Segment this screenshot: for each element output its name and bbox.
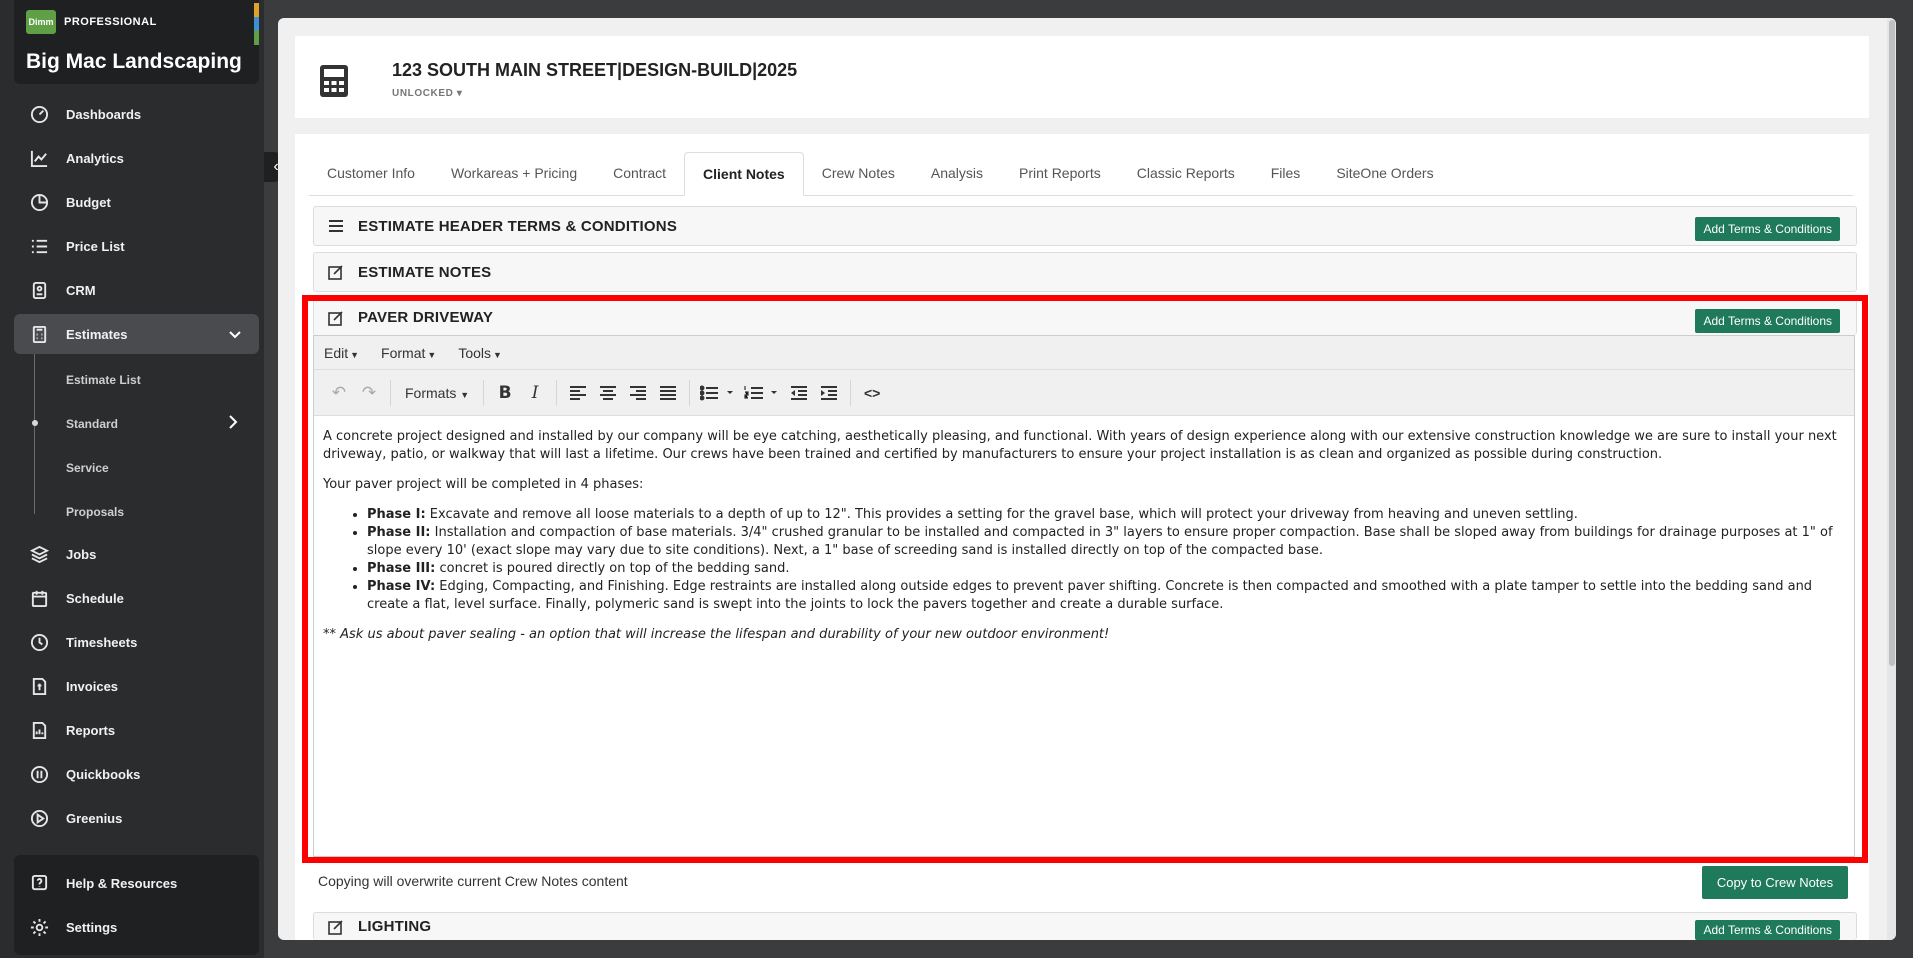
section-header-terms[interactable]: ESTIMATE HEADER TERMS & CONDITIONS Add T… (313, 206, 1857, 246)
sidebar-item-label: Invoices (66, 678, 119, 694)
report-icon (28, 719, 50, 741)
section-title: LIGHTING (358, 918, 432, 935)
stack-icon (28, 543, 50, 565)
sidebar-item-label: Analytics (66, 150, 124, 166)
sidebar-item-crm[interactable]: CRM (14, 270, 259, 310)
invoice-icon (28, 675, 50, 697)
sidebar-item-label: Schedule (66, 590, 124, 606)
sidebar-subitem-proposals[interactable]: Proposals (66, 505, 124, 519)
tab-client-notes[interactable]: Client Notes (684, 152, 804, 196)
sidebar-item-jobs[interactable]: Jobs (14, 534, 259, 574)
active-dot (32, 420, 38, 426)
sidebar-item-help[interactable]: Help & Resources (14, 863, 259, 903)
highlight-box (302, 295, 1868, 863)
sidebar-item-price-list[interactable]: Price List (14, 226, 259, 266)
section-title: ESTIMATE NOTES (358, 263, 492, 281)
brand-header: Dimm PROFESSIONAL Big Mac Landscaping (14, 0, 259, 84)
sidebar-item-invoices[interactable]: Invoices (14, 666, 259, 706)
sidebar-item-settings[interactable]: Settings (14, 907, 259, 947)
tab-analysis[interactable]: Analysis (913, 152, 1001, 196)
tab-files[interactable]: Files (1253, 152, 1319, 196)
calendar-icon (28, 587, 50, 609)
page-title: 123 SOUTH MAIN STREET|DESIGN-BUILD|2025 (392, 60, 798, 80)
chevron-right-icon[interactable] (226, 414, 240, 435)
add-terms-button[interactable]: Add Terms & Conditions (1695, 217, 1840, 241)
sidebar-item-label: Price List (66, 238, 125, 254)
sidebar-item-label: Settings (66, 919, 118, 935)
tab-customer-info[interactable]: Customer Info (309, 152, 433, 196)
sidebar-item-dashboards[interactable]: Dashboards (14, 94, 259, 134)
copy-to-crew-notes-button[interactable]: Copy to Crew Notes (1702, 866, 1848, 899)
tab-classic-reports[interactable]: Classic Reports (1119, 152, 1253, 196)
gauge-icon (28, 103, 50, 125)
sidebar-item-timesheets[interactable]: Timesheets (14, 622, 259, 662)
chevron-down-icon[interactable] (227, 326, 243, 345)
sidebar-item-label: Budget (66, 194, 111, 210)
help-icon (28, 872, 50, 894)
gear-icon (28, 916, 50, 938)
sidebar-item-label: Estimates (66, 326, 128, 342)
calculator-icon (28, 323, 50, 345)
tab-bar: Customer Info Workareas + Pricing Contra… (309, 152, 1853, 196)
tab-crew-notes[interactable]: Crew Notes (804, 152, 913, 196)
sidebar-subitem-standard[interactable]: Standard (66, 417, 118, 431)
sidebar-item-label: Quickbooks (66, 766, 141, 782)
tab-workareas-pricing[interactable]: Workareas + Pricing (433, 152, 595, 196)
sidebar-item-label: Timesheets (66, 634, 138, 650)
sidebar-item-estimates[interactable]: Estimates (14, 314, 259, 354)
sidebar-item-quickbooks[interactable]: Quickbooks (14, 754, 259, 794)
estimate-header: 123 SOUTH MAIN STREET|DESIGN-BUILD|2025 … (295, 36, 1869, 118)
sidebar-item-label: Jobs (66, 546, 97, 562)
scrollbar-thumb[interactable] (1889, 20, 1895, 666)
sidebar-item-reports[interactable]: Reports (14, 710, 259, 750)
clock-icon (28, 631, 50, 653)
sidebar-subitem-service[interactable]: Service (66, 461, 109, 475)
lock-status-dropdown[interactable]: UNLOCKED ▾ (392, 88, 462, 99)
section-estimate-notes[interactable]: ESTIMATE NOTES (313, 252, 1857, 292)
copy-warning: Copying will overwrite current Crew Note… (318, 873, 628, 889)
sidebar-item-analytics[interactable]: Analytics (14, 138, 259, 178)
submenu-line (34, 354, 35, 514)
lock-status-label: UNLOCKED (392, 88, 454, 99)
pie-chart-icon (28, 191, 50, 213)
section-lighting[interactable]: LIGHTING Add Terms & Conditions (313, 912, 1857, 940)
tab-siteone-orders[interactable]: SiteOne Orders (1318, 152, 1451, 196)
sidebar-item-label: Help & Resources (66, 875, 178, 891)
plan-tier: PROFESSIONAL (64, 16, 157, 28)
caret-down-icon: ▾ (456, 88, 463, 99)
brand-stripe (254, 3, 259, 45)
edit-icon (328, 919, 348, 935)
edit-icon (328, 264, 348, 280)
line-chart-icon (28, 147, 50, 169)
section-title: ESTIMATE HEADER TERMS & CONDITIONS (358, 217, 678, 235)
sidebar-item-label: Dashboards (66, 106, 142, 122)
sidebar-item-label: CRM (66, 282, 96, 298)
quickbooks-icon (28, 763, 50, 785)
sidebar-item-label: Greenius (66, 810, 123, 826)
sidebar-item-schedule[interactable]: Schedule (14, 578, 259, 618)
add-terms-button[interactable]: Add Terms & Conditions (1695, 920, 1840, 940)
company-logo: Dimm (26, 10, 56, 34)
play-circle-icon (28, 807, 50, 829)
list-icon (28, 235, 50, 257)
company-name: Big Mac Landscaping (26, 50, 242, 73)
sidebar-item-label: Reports (66, 722, 116, 738)
contact-card-icon (28, 279, 50, 301)
sidebar-item-budget[interactable]: Budget (14, 182, 259, 222)
sidebar: Dimm PROFESSIONAL Big Mac Landscaping Da… (0, 0, 264, 958)
sidebar-subitem-estimate-list[interactable]: Estimate List (66, 373, 141, 387)
calculator-icon (319, 64, 349, 103)
sidebar-item-greenius[interactable]: Greenius (14, 798, 259, 838)
tab-contract[interactable]: Contract (595, 152, 684, 196)
tab-print-reports[interactable]: Print Reports (1001, 152, 1119, 196)
hamburger-icon (328, 219, 348, 233)
